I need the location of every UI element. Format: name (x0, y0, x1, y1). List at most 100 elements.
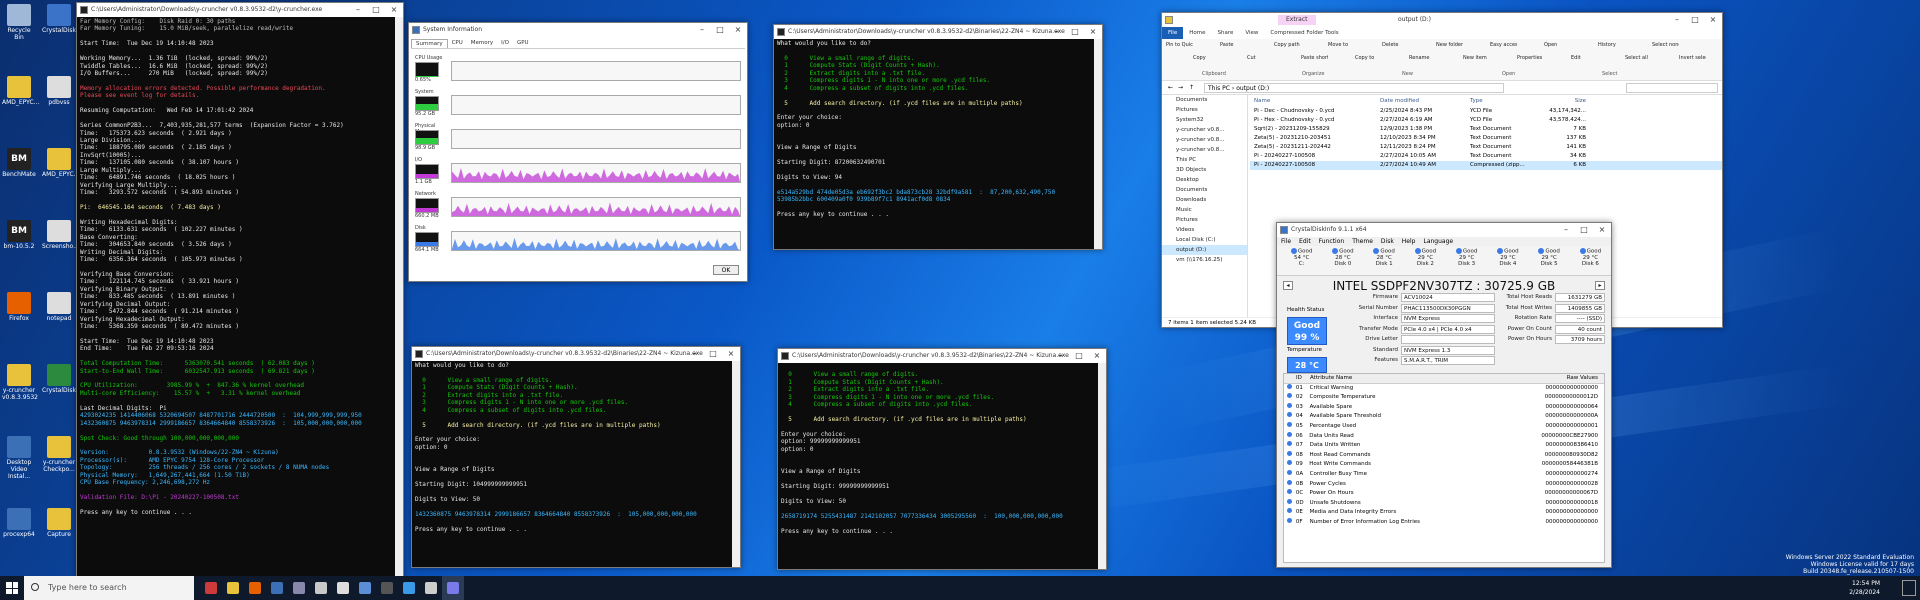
drive-button[interactable]: Good 54 °C C: (1281, 246, 1322, 275)
nav-item[interactable]: output (D:) (1162, 245, 1247, 255)
title-bar[interactable]: CrystalDiskInfo 9.1.1 x64 – □ × (1277, 223, 1611, 237)
file-row[interactable]: Pi - 20240227-100508 2/27/2024 10:49 AM Co… (1250, 161, 1722, 170)
nav-item[interactable]: Local Disk (C:) (1162, 235, 1247, 245)
next-drive-button[interactable]: ▸ (1595, 281, 1605, 290)
drive-button[interactable]: Good 28 °C Disk 1 (1364, 246, 1405, 275)
taskbar-app-icon[interactable] (442, 576, 464, 600)
ribbon-command[interactable]: New folder (1436, 42, 1463, 48)
desktop-icon[interactable]: notepad (42, 292, 76, 322)
title-bar[interactable]: C:\Users\Administrator\Downloads\y-crunc… (77, 3, 403, 17)
console-output[interactable]: What would you like to do? 0 View a smal… (774, 39, 1094, 249)
breadcrumb[interactable]: This PC › output (D:) (1204, 83, 1504, 93)
nav-item[interactable]: Music (1162, 205, 1247, 215)
desktop-icon[interactable]: Firefox (2, 292, 36, 322)
scrollbar[interactable] (732, 361, 740, 567)
drive-button[interactable]: Good 29 °C Disk 3 (1446, 246, 1487, 275)
tab-memory[interactable]: Memory (467, 39, 497, 48)
file-row[interactable]: Pi - 20240227-100508 2/27/2024 10:05 AM Te… (1250, 152, 1722, 161)
desktop-icon[interactable]: Recycle Bin (2, 4, 36, 41)
maximize-button[interactable]: □ (367, 3, 385, 17)
maximize-button[interactable]: □ (1575, 223, 1593, 237)
nav-item[interactable]: Desktop (1162, 175, 1247, 185)
up-arrow-icon[interactable]: ↑ (1189, 81, 1194, 95)
menu-item[interactable]: Language (1423, 237, 1453, 246)
attribute-row[interactable]: 09 Host Write Commands 000000058446381B (1284, 460, 1604, 470)
ribbon-command[interactable]: Rename (1409, 55, 1436, 61)
drive-button[interactable]: Good 29 °C Disk 2 (1405, 246, 1446, 275)
taskbar-app-icon[interactable] (420, 576, 442, 600)
ribbon-command[interactable]: Cut (1247, 55, 1274, 61)
file-row[interactable]: Pi - Dec - Chudnovsky - 0.ycd 2/25/2024 8… (1250, 107, 1722, 116)
ribbon-tab-4[interactable]: Compressed Folder Tools (1264, 27, 1344, 39)
title-bar[interactable]: C:\Users\Administrator\Downloads\y-crunc… (774, 25, 1102, 39)
ribbon-command[interactable]: History (1598, 42, 1625, 48)
ribbon-command[interactable]: Paste (1220, 42, 1247, 48)
nav-item[interactable]: Documents (1162, 95, 1247, 105)
tab-io[interactable]: I/O (497, 39, 513, 48)
notification-icon[interactable] (1902, 580, 1916, 596)
ribbon-command[interactable]: Delete (1382, 42, 1409, 48)
file-row[interactable]: Pi - Hex - Chudnovsky - 0.ycd 2/27/2024 6… (1250, 116, 1722, 125)
attribute-row[interactable]: 0E Media and Data Integrity Errors 0000000… (1284, 508, 1604, 518)
ribbon-command[interactable]: Properties (1517, 55, 1544, 61)
ribbon-command[interactable]: New item (1463, 55, 1490, 61)
desktop-icon[interactable]: procexp64 (2, 508, 36, 538)
attribute-row[interactable]: 07 Data Units Written 000000008386410 (1284, 441, 1604, 451)
digit-viewer-console-bottom-right[interactable]: C:\Users\Administrator\Downloads\y-crunc… (777, 348, 1107, 570)
search-input[interactable] (1626, 83, 1718, 93)
tab-summary[interactable]: Summary (411, 39, 448, 48)
close-button[interactable]: × (1593, 223, 1611, 237)
file-row[interactable]: Zeta(5) - 20231211-202442 12/11/2023 8:24… (1250, 143, 1722, 152)
scrollbar[interactable] (1098, 363, 1106, 569)
digit-viewer-console-top[interactable]: C:\Users\Administrator\Downloads\y-crunc… (773, 24, 1103, 250)
desktop-icon[interactable]: AMD_EPYC... (2, 76, 39, 106)
close-button[interactable]: × (1088, 349, 1106, 363)
attribute-row[interactable]: 08 Host Read Commands 000000080930D82 (1284, 450, 1604, 461)
nav-item[interactable]: Pictures (1162, 105, 1247, 115)
tab-cpu[interactable]: CPU (448, 39, 467, 48)
close-button[interactable]: × (1084, 25, 1102, 39)
nav-item[interactable]: vm (\\176.16.25) (1162, 255, 1247, 265)
ribbon-command[interactable]: Easy access (1490, 42, 1517, 48)
ribbon-command[interactable]: Select none (1652, 42, 1679, 48)
prev-drive-button[interactable]: ◂ (1283, 281, 1293, 290)
minimize-button[interactable]: – (349, 3, 367, 17)
scrollbar[interactable] (395, 17, 403, 576)
nav-item[interactable]: This PC (1162, 155, 1247, 165)
ribbon-command[interactable]: Copy path (1274, 42, 1301, 48)
tab-gpu[interactable]: GPU (513, 39, 533, 48)
ribbon-command[interactable]: Open (1544, 42, 1571, 48)
attribute-row[interactable]: 0B Power Cycles 000000000000028 (1284, 479, 1604, 490)
title-bar[interactable]: System Information – □ × (409, 23, 747, 37)
file-row[interactable]: Sqrt(2) - 20231209-155829 12/9/2023 1:38 … (1250, 125, 1722, 134)
system-tray[interactable]: 12:54 PM 2/28/2024 (1849, 576, 1880, 600)
menu-item[interactable]: Theme (1352, 237, 1373, 246)
file-row[interactable]: Zeta(5) - 20231210-203451 12/10/2023 8:34… (1250, 134, 1722, 143)
desktop-icon[interactable]: y-cruncher v0.8.3.9532 (2, 364, 38, 401)
maximize-button[interactable]: □ (1070, 349, 1088, 363)
minimize-button[interactable]: – (693, 23, 711, 37)
desktop-icon[interactable]: BM BenchMate (2, 148, 36, 178)
nav-item[interactable]: Videos (1162, 225, 1247, 235)
title-bar[interactable]: Extract output (D:) – □ × (1162, 13, 1722, 27)
ribbon-tab-1[interactable]: Home (1183, 27, 1211, 39)
nav-item[interactable]: System32 (1162, 115, 1247, 125)
maximize-button[interactable]: □ (704, 347, 722, 361)
attribute-row[interactable]: 04 Available Spare Threshold 0000000000000… (1284, 412, 1604, 422)
column-header[interactable]: Date modified (1380, 95, 1470, 107)
taskbar-search-input[interactable]: Type here to search (24, 576, 194, 600)
desktop-icon[interactable]: y-cruncher Checkpo... (42, 436, 76, 473)
nav-item[interactable]: 3D Objects (1162, 165, 1247, 175)
minimize-button[interactable]: – (1052, 349, 1070, 363)
back-arrow-icon[interactable]: ← (1168, 81, 1173, 95)
ribbon-tab-0[interactable]: File (1162, 27, 1184, 39)
maximize-button[interactable]: □ (1686, 13, 1704, 27)
nav-item[interactable]: y-cruncher v0.8... (1162, 135, 1247, 145)
ribbon-tab-3[interactable]: View (1239, 27, 1264, 39)
minimize-button[interactable]: – (686, 347, 704, 361)
ribbon-command[interactable]: Pin to Quick access (1166, 42, 1193, 48)
desktop-icon[interactable]: Screensho... (42, 220, 79, 250)
menu-item[interactable]: File (1281, 237, 1291, 246)
ribbon-command[interactable]: Invert selection (1679, 55, 1706, 61)
drive-button[interactable]: Good 29 °C Disk 4 (1487, 246, 1528, 275)
